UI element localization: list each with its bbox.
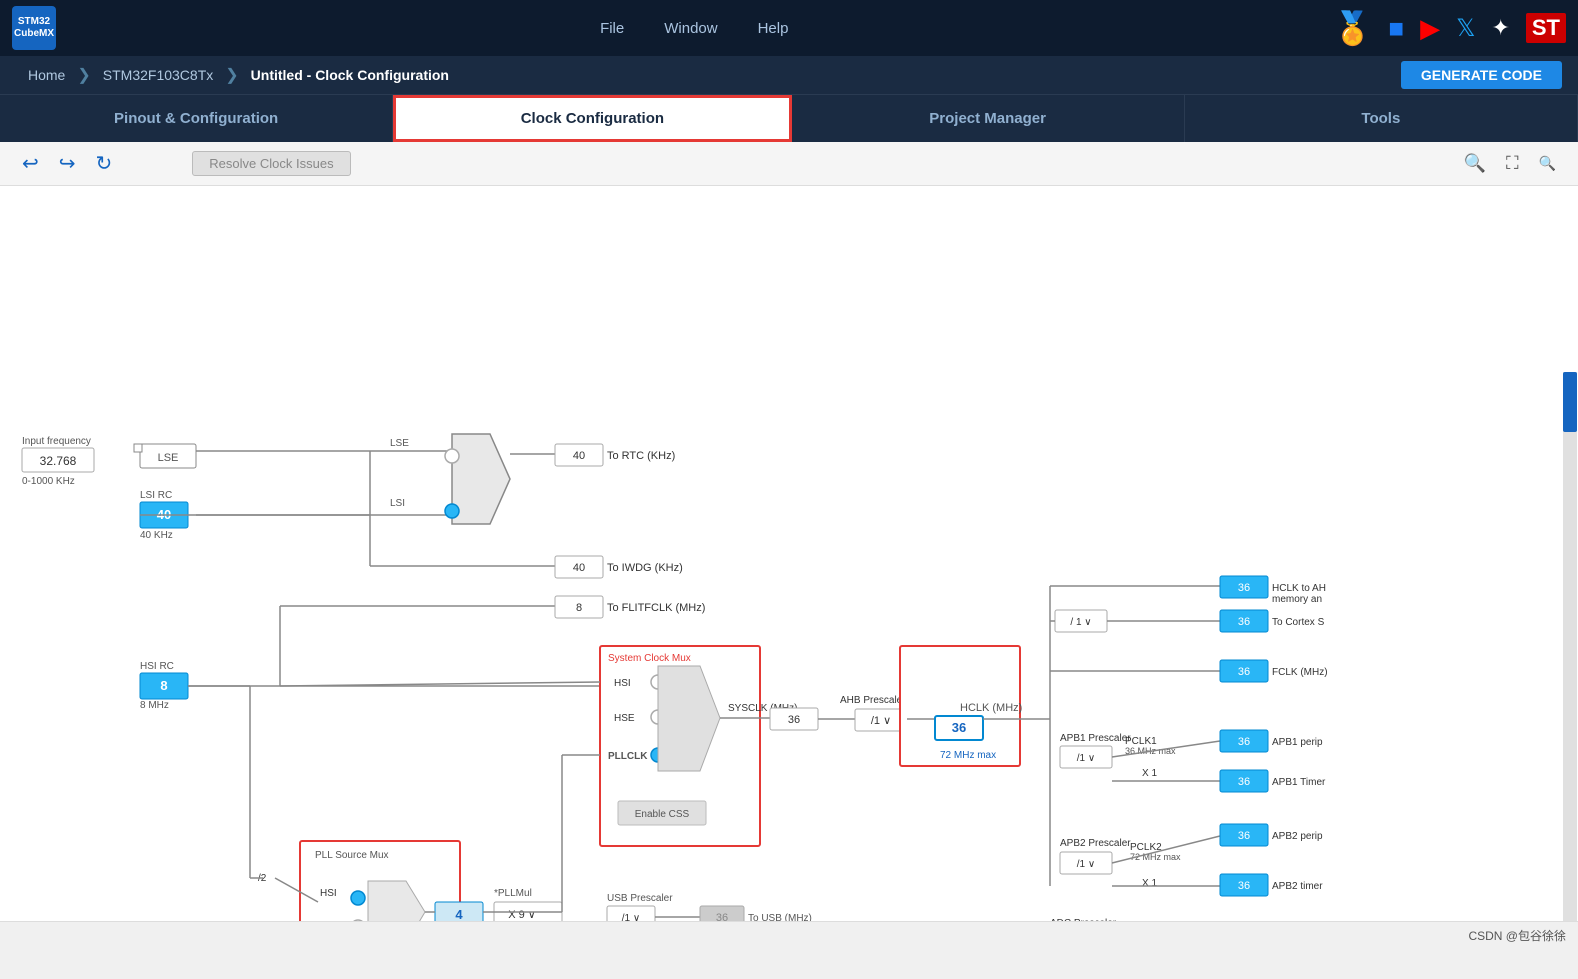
resolve-clock-button[interactable]: Resolve Clock Issues xyxy=(192,151,350,176)
clock-diagram-svg: Input frequency 32.768 0-1000 KHz LSE LS… xyxy=(0,186,1578,921)
tab-clock[interactable]: Clock Configuration xyxy=(393,95,791,142)
nav-window[interactable]: Window xyxy=(664,20,717,37)
svg-text:FCLK (MHz): FCLK (MHz) xyxy=(1272,667,1328,678)
logo-box: STM32CubeMX xyxy=(12,6,56,50)
nav-menu: File Window Help xyxy=(96,20,1293,37)
youtube-icon[interactable]: ▶ xyxy=(1420,13,1440,44)
svg-text:To RTC (KHz): To RTC (KHz) xyxy=(607,450,675,462)
svg-text:36: 36 xyxy=(1238,776,1250,788)
fullscreen-icon[interactable]: ⛶ xyxy=(1500,149,1525,178)
breadcrumb-page[interactable]: Untitled - Clock Configuration xyxy=(239,67,461,83)
breadcrumb-device[interactable]: STM32F103C8Tx xyxy=(91,67,225,83)
svg-text:LSE: LSE xyxy=(158,452,179,464)
svg-text:APB1 Prescaler: APB1 Prescaler xyxy=(1060,733,1131,744)
nav-help[interactable]: Help xyxy=(758,20,789,37)
nav-file[interactable]: File xyxy=(600,20,624,37)
st-logo: ST xyxy=(1526,13,1566,43)
breadcrumb-arrow2: ❯ xyxy=(225,65,238,85)
svg-text:HSE: HSE xyxy=(614,713,635,724)
svg-text:LSE: LSE xyxy=(390,438,409,449)
tab-project[interactable]: Project Manager xyxy=(792,95,1185,142)
svg-text:72 MHz max: 72 MHz max xyxy=(940,750,996,761)
svg-text:LSI RC: LSI RC xyxy=(140,490,172,501)
tab-pinout[interactable]: Pinout & Configuration xyxy=(0,95,393,142)
svg-text:ADC Prescaler: ADC Prescaler xyxy=(1050,918,1117,921)
svg-text:36: 36 xyxy=(716,912,728,921)
breadcrumb-home[interactable]: Home xyxy=(16,67,77,83)
svg-text:36: 36 xyxy=(788,714,800,726)
svg-text:APB1 perip: APB1 perip xyxy=(1272,737,1323,748)
svg-text:/ 1 ∨: / 1 ∨ xyxy=(1070,617,1091,628)
svg-text:4: 4 xyxy=(455,907,463,921)
svg-text:HSI: HSI xyxy=(614,678,631,689)
toolbar: ↩ ↪ ↻ Resolve Clock Issues 🔍 ⛶ 🔍 xyxy=(0,142,1578,186)
svg-text:X 1: X 1 xyxy=(1142,768,1157,779)
diagram-area: Input frequency 32.768 0-1000 KHz LSE LS… xyxy=(0,186,1578,921)
award-icon: 🏅 xyxy=(1333,9,1373,47)
nav-icons: 🏅 ■ ▶ 𝕏 ✦ ST xyxy=(1333,9,1566,47)
svg-text:36: 36 xyxy=(1238,880,1250,892)
svg-text:36: 36 xyxy=(1238,582,1250,594)
network-icon[interactable]: ✦ xyxy=(1491,15,1509,41)
redo-button[interactable]: ↪ xyxy=(53,147,82,180)
svg-text:32.768: 32.768 xyxy=(40,454,77,468)
svg-text:APB2 perip: APB2 perip xyxy=(1272,831,1323,842)
svg-text:/1 ∨: /1 ∨ xyxy=(1077,859,1095,870)
svg-text:0-1000 KHz: 0-1000 KHz xyxy=(22,476,75,487)
zoom-in-icon[interactable]: 🔍 xyxy=(1458,149,1492,178)
svg-text:System Clock Mux: System Clock Mux xyxy=(608,653,691,664)
svg-text:/1 ∨: /1 ∨ xyxy=(1077,753,1095,764)
breadcrumb-bar: Home ❯ STM32F103C8Tx ❯ Untitled - Clock … xyxy=(0,56,1578,94)
svg-text:X 9 ∨: X 9 ∨ xyxy=(508,909,536,921)
svg-text:X 1: X 1 xyxy=(1142,878,1157,889)
zoom-out-icon[interactable]: 🔍 xyxy=(1533,151,1562,176)
svg-text:To Cortex S: To Cortex S xyxy=(1272,617,1325,628)
svg-text:Enable CSS: Enable CSS xyxy=(635,809,690,820)
svg-text:HSI RC: HSI RC xyxy=(140,661,174,672)
svg-text:To IWDG (KHz): To IWDG (KHz) xyxy=(607,562,683,574)
svg-text:/1 ∨: /1 ∨ xyxy=(622,913,640,921)
svg-text:36: 36 xyxy=(1238,616,1250,628)
svg-text:APB2 Prescaler: APB2 Prescaler xyxy=(1060,838,1131,849)
svg-text:HSI: HSI xyxy=(320,888,337,899)
svg-text:PLLCLK: PLLCLK xyxy=(608,751,648,762)
svg-text:Input frequency: Input frequency xyxy=(22,436,91,447)
svg-text:HCLK (MHz): HCLK (MHz) xyxy=(960,702,1022,714)
svg-text:36: 36 xyxy=(1238,666,1250,678)
svg-text:36: 36 xyxy=(952,720,966,735)
top-bar: STM32CubeMX File Window Help 🏅 ■ ▶ 𝕏 ✦ S… xyxy=(0,0,1578,56)
svg-text:memory an: memory an xyxy=(1272,594,1322,605)
svg-text:40: 40 xyxy=(573,450,585,462)
logo-text: STM32CubeMX xyxy=(14,16,54,40)
facebook-icon[interactable]: ■ xyxy=(1388,13,1404,44)
svg-text:36: 36 xyxy=(1238,736,1250,748)
svg-text:PLL Source Mux: PLL Source Mux xyxy=(315,850,389,861)
svg-text:APB2 timer: APB2 timer xyxy=(1272,881,1323,892)
svg-text:APB1 Timer: APB1 Timer xyxy=(1272,777,1326,788)
twitter-icon[interactable]: 𝕏 xyxy=(1456,14,1475,43)
svg-text:HCLK to AH: HCLK to AH xyxy=(1272,583,1326,594)
svg-text:/1 ∨: /1 ∨ xyxy=(871,715,891,727)
svg-text:36: 36 xyxy=(1238,830,1250,842)
svg-text:40: 40 xyxy=(573,562,585,574)
logo-area: STM32CubeMX xyxy=(12,6,56,50)
svg-text:8 MHz: 8 MHz xyxy=(140,700,169,711)
svg-text:USB Prescaler: USB Prescaler xyxy=(607,893,673,904)
breadcrumb-arrow1: ❯ xyxy=(77,65,90,85)
svg-text:To USB (MHz): To USB (MHz) xyxy=(748,913,812,921)
svg-text:40 KHz: 40 KHz xyxy=(140,530,173,541)
svg-text:AHB Prescaler: AHB Prescaler xyxy=(840,695,906,706)
tab-tools[interactable]: Tools xyxy=(1185,95,1578,142)
attribution-text: CSDN @包谷徐徐 xyxy=(1468,927,1566,944)
status-bar: CSDN @包谷徐徐 xyxy=(0,921,1578,949)
tab-bar: Pinout & Configuration Clock Configurati… xyxy=(0,94,1578,142)
undo-button[interactable]: ↩ xyxy=(16,147,45,180)
svg-text:*PLLMul: *PLLMul xyxy=(494,888,532,899)
refresh-button[interactable]: ↻ xyxy=(90,147,119,180)
generate-code-button[interactable]: GENERATE CODE xyxy=(1401,61,1562,89)
svg-text:8: 8 xyxy=(160,678,167,693)
svg-text:8: 8 xyxy=(576,602,582,614)
svg-text:LSI: LSI xyxy=(390,498,405,509)
svg-text:To FLITFCLK (MHz): To FLITFCLK (MHz) xyxy=(607,602,705,614)
